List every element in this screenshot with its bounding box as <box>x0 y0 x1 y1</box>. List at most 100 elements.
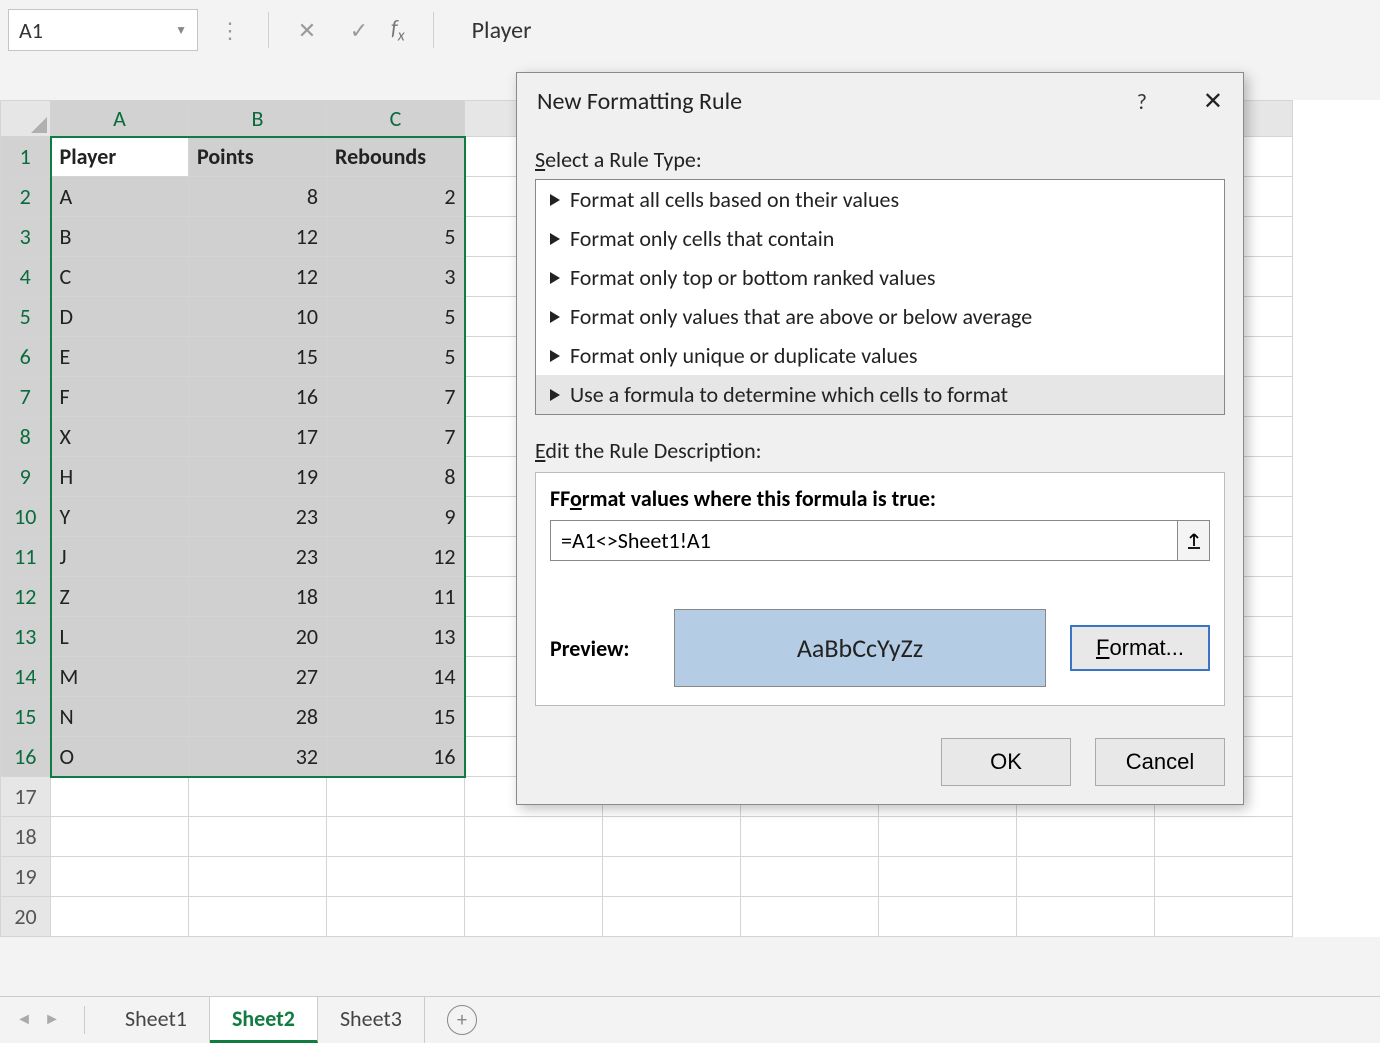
cell[interactable]: 16 <box>327 737 465 777</box>
cell[interactable]: 27 <box>189 657 327 697</box>
rule-type-item[interactable]: Use a formula to determine which cells t… <box>536 375 1224 414</box>
cell[interactable] <box>465 817 603 857</box>
add-sheet-button[interactable]: + <box>447 1005 477 1035</box>
cell[interactable]: 15 <box>189 337 327 377</box>
cell[interactable] <box>465 897 603 937</box>
collapse-dialog-icon[interactable] <box>1178 520 1210 561</box>
cell[interactable]: 28 <box>189 697 327 737</box>
sheet-tab[interactable]: Sheet2 <box>210 997 318 1043</box>
cell[interactable]: 18 <box>189 577 327 617</box>
cell[interactable] <box>1155 817 1293 857</box>
column-header[interactable]: C <box>327 101 465 137</box>
tab-nav-next-icon[interactable]: ► <box>38 1010 66 1029</box>
cell[interactable]: Y <box>51 497 189 537</box>
cell[interactable]: B <box>51 217 189 257</box>
cell[interactable] <box>327 857 465 897</box>
cell[interactable] <box>1155 897 1293 937</box>
confirm-icon[interactable]: ✓ <box>339 9 379 51</box>
row-header[interactable]: 17 <box>1 777 51 817</box>
cell[interactable]: N <box>51 697 189 737</box>
cell[interactable] <box>465 857 603 897</box>
cell[interactable]: J <box>51 537 189 577</box>
row-header[interactable]: 8 <box>1 417 51 457</box>
row-header[interactable]: 2 <box>1 177 51 217</box>
cell[interactable]: 5 <box>327 217 465 257</box>
cell[interactable] <box>189 857 327 897</box>
cell[interactable]: 23 <box>189 537 327 577</box>
cell[interactable]: D <box>51 297 189 337</box>
row-header[interactable]: 12 <box>1 577 51 617</box>
cell[interactable]: 8 <box>327 457 465 497</box>
rule-type-list[interactable]: Format all cells based on their valuesFo… <box>535 179 1225 415</box>
row-header[interactable]: 10 <box>1 497 51 537</box>
row-header[interactable]: 5 <box>1 297 51 337</box>
ok-button[interactable]: OK <box>941 738 1071 786</box>
sheet-tab[interactable]: Sheet3 <box>318 997 425 1043</box>
cell[interactable]: Points <box>189 137 327 177</box>
rule-type-item[interactable]: Format only cells that contain <box>536 219 1224 258</box>
cell[interactable] <box>879 817 1017 857</box>
cell[interactable]: 15 <box>327 697 465 737</box>
row-header[interactable]: 16 <box>1 737 51 777</box>
cell[interactable] <box>741 897 879 937</box>
cell[interactable]: 16 <box>189 377 327 417</box>
row-header[interactable]: 19 <box>1 857 51 897</box>
cell[interactable]: 3 <box>327 257 465 297</box>
cell[interactable] <box>189 817 327 857</box>
cell[interactable] <box>51 897 189 937</box>
row-header[interactable]: 4 <box>1 257 51 297</box>
cell[interactable]: Rebounds <box>327 137 465 177</box>
cell[interactable]: Player <box>51 137 189 177</box>
row-header[interactable]: 9 <box>1 457 51 497</box>
cell[interactable] <box>879 897 1017 937</box>
cell[interactable]: E <box>51 337 189 377</box>
rule-type-item[interactable]: Format only top or bottom ranked values <box>536 258 1224 297</box>
cell[interactable]: 11 <box>327 577 465 617</box>
cell[interactable]: Z <box>51 577 189 617</box>
cell[interactable] <box>327 777 465 817</box>
cell[interactable] <box>327 817 465 857</box>
tab-nav-prev-icon[interactable]: ◄ <box>10 1010 38 1029</box>
cell[interactable]: 32 <box>189 737 327 777</box>
formula-bar-content[interactable]: Player <box>452 16 1372 45</box>
cell[interactable]: 8 <box>189 177 327 217</box>
cell[interactable]: 13 <box>327 617 465 657</box>
row-header[interactable]: 11 <box>1 537 51 577</box>
cell[interactable]: M <box>51 657 189 697</box>
select-all-corner[interactable] <box>1 101 51 137</box>
row-header[interactable]: 15 <box>1 697 51 737</box>
cell[interactable]: 2 <box>327 177 465 217</box>
cell[interactable]: 19 <box>189 457 327 497</box>
cell[interactable]: 12 <box>189 257 327 297</box>
cell[interactable] <box>327 897 465 937</box>
cell[interactable]: 23 <box>189 497 327 537</box>
column-header[interactable]: B <box>189 101 327 137</box>
row-header[interactable]: 3 <box>1 217 51 257</box>
cell[interactable] <box>603 857 741 897</box>
row-header[interactable]: 13 <box>1 617 51 657</box>
cell[interactable] <box>189 777 327 817</box>
column-header[interactable]: A <box>51 101 189 137</box>
cell[interactable]: 5 <box>327 297 465 337</box>
cell[interactable] <box>51 817 189 857</box>
cell[interactable] <box>741 817 879 857</box>
row-header[interactable]: 1 <box>1 137 51 177</box>
formula-input[interactable]: =A1<>Sheet1!A1 <box>550 520 1178 561</box>
cell[interactable]: 12 <box>327 537 465 577</box>
cell[interactable]: 14 <box>327 657 465 697</box>
cell[interactable] <box>51 777 189 817</box>
row-header[interactable]: 7 <box>1 377 51 417</box>
menu-dots-icon[interactable]: ⋮ <box>210 9 250 51</box>
cell[interactable] <box>1017 817 1155 857</box>
cell[interactable]: 5 <box>327 337 465 377</box>
cell[interactable]: X <box>51 417 189 457</box>
cell[interactable] <box>1017 897 1155 937</box>
rule-type-item[interactable]: Format only unique or duplicate values <box>536 336 1224 375</box>
cancel-icon[interactable]: ✕ <box>287 9 327 51</box>
row-header[interactable]: 14 <box>1 657 51 697</box>
cell[interactable]: 7 <box>327 417 465 457</box>
rule-type-item[interactable]: Format only values that are above or bel… <box>536 297 1224 336</box>
cell[interactable]: C <box>51 257 189 297</box>
cell[interactable]: H <box>51 457 189 497</box>
sheet-tab[interactable]: Sheet1 <box>103 997 210 1043</box>
